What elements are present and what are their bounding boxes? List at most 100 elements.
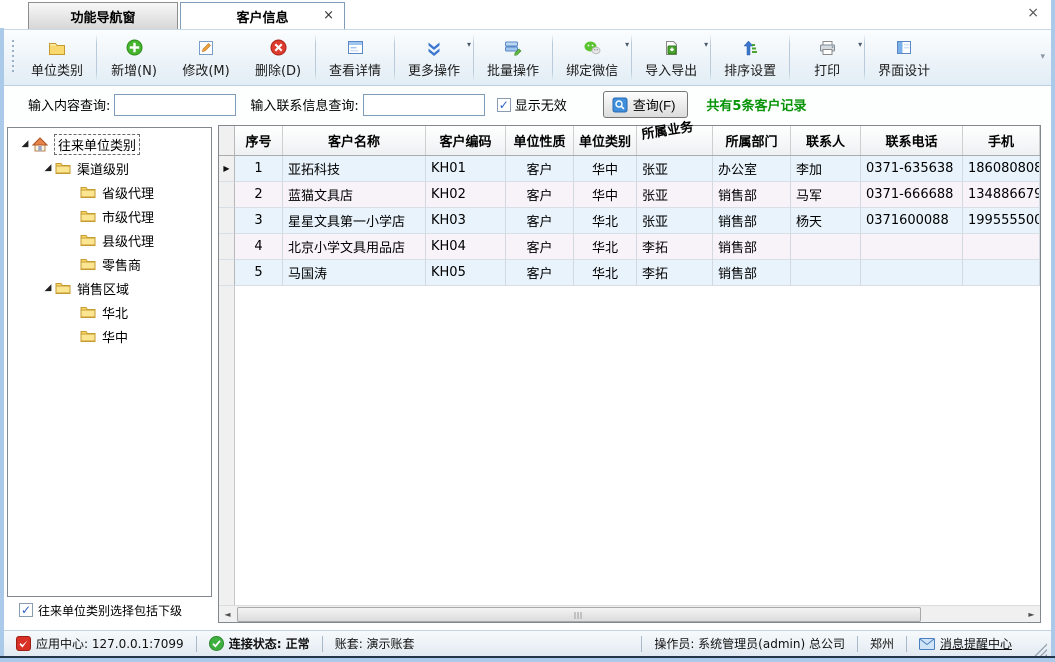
horizontal-scrollbar[interactable]: ◄ ►: [219, 605, 1040, 622]
cell-department: 销售部: [713, 260, 791, 286]
resize-grip[interactable]: [1034, 643, 1047, 656]
dropdown-arrow-icon[interactable]: ▾: [858, 40, 862, 49]
message-center-link[interactable]: 消息提醒中心: [907, 635, 1024, 652]
add-button[interactable]: 新增(N): [98, 30, 170, 85]
delete-button[interactable]: 删除(D): [242, 30, 314, 85]
dropdown-arrow-icon[interactable]: ▾: [467, 40, 471, 49]
more-actions-button[interactable]: 更多操作 ▾: [396, 30, 472, 85]
cell-customer-name: 亚拓科技: [283, 156, 426, 182]
col-header[interactable]: 单位类别: [574, 126, 637, 155]
tree-item-root[interactable]: ◢ 往来单位类别: [8, 132, 211, 156]
toolbar-overflow-icon[interactable]: ▾: [1040, 52, 1045, 62]
cell-contact: [791, 260, 861, 286]
tree-item-channel-level[interactable]: ◢ 渠道级别: [8, 156, 211, 180]
scrollbar-thumb[interactable]: [237, 607, 921, 622]
cell-seq: 3: [235, 208, 283, 234]
bind-wechat-button[interactable]: 绑定微信 ▾: [554, 30, 630, 85]
edit-button[interactable]: 修改(M): [170, 30, 242, 85]
toolbar-separator: [394, 34, 395, 81]
tree-item-sales-region[interactable]: ◢ 销售区域: [8, 276, 211, 300]
ui-design-button[interactable]: 界面设计: [866, 30, 942, 85]
edit-icon: [198, 39, 214, 57]
account-set-status: 账套: 演示账套: [323, 635, 427, 652]
content-query-input[interactable]: [114, 94, 236, 116]
toolbar-separator: [552, 34, 553, 81]
customer-table: 序号 客户名称 客户编码 单位性质 单位类别 所属业务 所属部门 联系人 联系电…: [218, 125, 1041, 623]
tree-item-north-china[interactable]: 华北: [8, 300, 211, 324]
toolbar-grip[interactable]: [10, 40, 15, 75]
expand-arrow-icon[interactable]: ◢: [41, 283, 55, 293]
col-header[interactable]: 手机: [963, 126, 1040, 155]
col-header[interactable]: 联系电话: [861, 126, 963, 155]
include-sublevel-checkbox[interactable]: ✓ 往来单位类别选择包括下级: [7, 599, 212, 621]
table-row[interactable]: 2 蓝猫文具店 KH02 客户 华中 张亚 销售部 马军 0371-666688…: [219, 182, 1040, 208]
toolbar-separator: [631, 34, 632, 81]
tree-item-label: 县级代理: [102, 231, 154, 250]
tree-item-retailer[interactable]: 零售商: [8, 252, 211, 276]
toolbar-separator: [789, 34, 790, 81]
tab-label: 功能导航窗: [70, 7, 135, 26]
col-header[interactable]: 客户名称: [283, 126, 426, 155]
scroll-right-icon[interactable]: ►: [1023, 606, 1040, 623]
query-button[interactable]: 查询(F): [603, 91, 689, 118]
cell-phone: 0371-635638: [861, 156, 963, 182]
tree-item-label: 渠道级别: [77, 159, 129, 178]
cell-unit-category: 华北: [574, 208, 637, 234]
window-border-left: [0, 28, 4, 662]
contact-query-input[interactable]: [363, 94, 485, 116]
cell-customer-name: 星星文具第一小学店: [283, 208, 426, 234]
col-header[interactable]: 序号: [235, 126, 283, 155]
dropdown-arrow-icon[interactable]: ▾: [625, 40, 629, 49]
col-header[interactable]: 单位性质: [506, 126, 574, 155]
col-header[interactable]: 客户编码: [426, 126, 506, 155]
tab-customer-info[interactable]: 客户信息 ×: [180, 2, 345, 29]
tree-item-county-agent[interactable]: 县级代理: [8, 228, 211, 252]
unit-category-button[interactable]: 单位类别: [19, 30, 95, 85]
show-invalid-label: 显示无效: [515, 95, 567, 114]
folder-icon: [80, 256, 98, 272]
header-indicator-cell: [219, 126, 235, 155]
print-button[interactable]: 打印 ▾: [791, 30, 863, 85]
search-icon: [612, 97, 628, 113]
table-row[interactable]: 5 马国涛 KH05 客户 华北 李拓 销售部: [219, 260, 1040, 286]
include-sublevel-label: 往来单位类别选择包括下级: [38, 602, 182, 619]
col-header[interactable]: 联系人: [791, 126, 861, 155]
scroll-left-icon[interactable]: ◄: [219, 606, 236, 623]
col-header[interactable]: 所属业务: [637, 126, 713, 155]
dropdown-arrow-icon[interactable]: ▾: [704, 40, 708, 49]
content-query-label: 输入内容查询:: [28, 95, 110, 114]
table-row[interactable]: ▶ 1 亚拓科技 KH01 客户 华中 张亚 办公室 李加 0371-63563…: [219, 156, 1040, 182]
table-row[interactable]: 3 星星文具第一小学店 KH03 客户 华北 张亚 销售部 杨天 0371600…: [219, 208, 1040, 234]
cell-unit-category: 华中: [574, 182, 637, 208]
view-details-button[interactable]: 查看详情: [317, 30, 393, 85]
table-row[interactable]: 4 北京小学文具用品店 KH04 客户 华北 李拓 销售部: [219, 234, 1040, 260]
expand-arrow-icon[interactable]: ◢: [41, 163, 55, 173]
contact-query-label: 输入联系信息查询:: [250, 95, 358, 114]
col-header[interactable]: 所属部门: [713, 126, 791, 155]
show-invalid-checkbox[interactable]: ✓ 显示无效: [497, 95, 567, 114]
cell-salesperson: 张亚: [637, 156, 713, 182]
cell-unit-nature: 客户: [506, 234, 574, 260]
tree-item-province-agent[interactable]: 省级代理: [8, 180, 211, 204]
import-export-icon: [663, 39, 679, 57]
wechat-icon: [583, 39, 601, 57]
tab-close-icon[interactable]: ×: [323, 9, 334, 23]
batch-actions-button[interactable]: 批量操作: [475, 30, 551, 85]
tree-item-label: 零售商: [102, 255, 141, 274]
expand-arrow-icon[interactable]: ◢: [18, 139, 32, 149]
window-close-icon[interactable]: ×: [1027, 5, 1039, 21]
tab-function-nav[interactable]: 功能导航窗: [28, 2, 178, 29]
row-indicator-cell: [219, 182, 235, 208]
cell-seq: 2: [235, 182, 283, 208]
toolbar-separator: [473, 34, 474, 81]
city-text: 郑州: [870, 635, 894, 652]
sort-settings-button[interactable]: 排序设置: [712, 30, 788, 85]
row-indicator-cell: [219, 234, 235, 260]
cell-seq: 1: [235, 156, 283, 182]
folder-icon: [80, 208, 98, 224]
import-export-button[interactable]: 导入导出 ▾: [633, 30, 709, 85]
tree-item-city-agent[interactable]: 市级代理: [8, 204, 211, 228]
toolbar-separator: [864, 34, 865, 81]
tree-item-central-china[interactable]: 华中: [8, 324, 211, 348]
cell-mobile: [963, 234, 1040, 260]
